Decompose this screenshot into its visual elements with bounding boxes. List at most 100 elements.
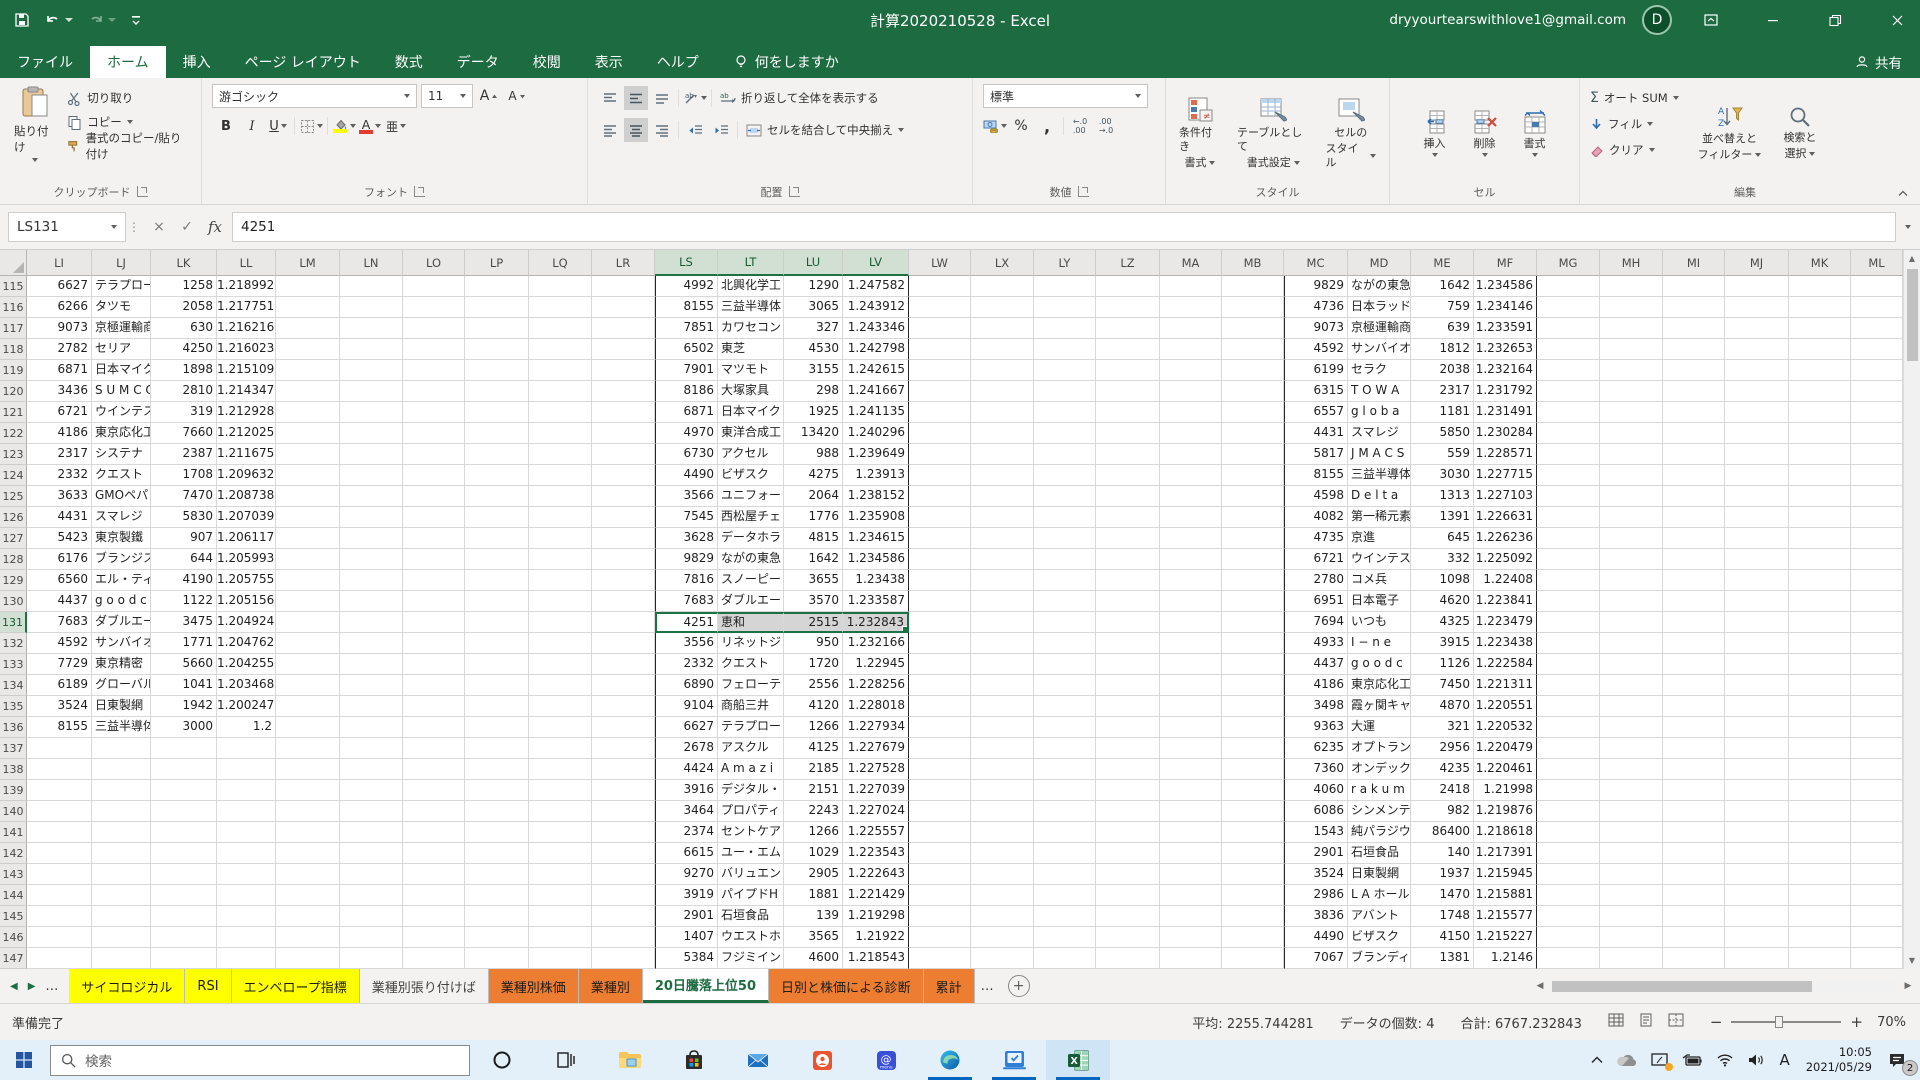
cell-LW147[interactable] [909,948,971,969]
cell-MK116[interactable] [1789,297,1851,318]
cell-LX121[interactable] [971,402,1034,423]
cell-MJ123[interactable] [1725,444,1789,465]
cell-LT146[interactable]: ウエストホ [718,927,784,948]
cell-LV117[interactable]: 1.243346 [843,318,909,339]
cell-LO126[interactable] [403,507,465,528]
cell-LN115[interactable] [340,276,403,297]
cell-LZ121[interactable] [1096,402,1160,423]
borders-button[interactable] [299,114,323,138]
cell-LZ117[interactable] [1096,318,1160,339]
cell-LP145[interactable] [465,906,529,927]
cell-LW118[interactable] [909,339,971,360]
cell-LV120[interactable]: 1.241667 [843,381,909,402]
cell-MG118[interactable] [1537,339,1600,360]
cell-MC142[interactable]: 2901 [1284,843,1348,864]
cell-MK142[interactable] [1789,843,1851,864]
row-header-128[interactable]: 128 [0,549,27,570]
cell-LS129[interactable]: 7816 [655,570,718,591]
cell-MD135[interactable]: 霞ヶ関キャ [1348,696,1411,717]
cell-LX127[interactable] [971,528,1034,549]
cell-MA136[interactable] [1160,717,1222,738]
cell-LO124[interactable] [403,465,465,486]
cell-LP134[interactable] [465,675,529,696]
cell-LS147[interactable]: 5384 [655,948,718,969]
cell-LJ131[interactable]: ダブルエー [92,612,151,633]
cell-LN146[interactable] [340,927,403,948]
cell-LM122[interactable] [276,423,340,444]
cell-MI127[interactable] [1663,528,1725,549]
cell-LY134[interactable] [1034,675,1096,696]
cell-MF142[interactable]: 1.217391 [1474,843,1537,864]
horizontal-scrollbar[interactable]: ◀ ▶ [1532,969,1920,1003]
cell-MH146[interactable] [1600,927,1663,948]
cell-LQ130[interactable] [529,591,592,612]
cell-LV116[interactable]: 1.243912 [843,297,909,318]
cell-ME139[interactable]: 2418 [1411,780,1474,801]
cell-MF136[interactable]: 1.220532 [1474,717,1537,738]
cell-LI115[interactable]: 6627 [27,276,92,297]
sheet-tabs-overflow[interactable]: … [975,969,1000,1003]
cell-MJ142[interactable] [1725,843,1789,864]
row-header-132[interactable]: 132 [0,633,27,654]
cell-MJ125[interactable] [1725,486,1789,507]
cell-LO144[interactable] [403,885,465,906]
row-header-122[interactable]: 122 [0,423,27,444]
horizontal-scroll-thumb[interactable] [1552,981,1812,992]
cell-MC134[interactable]: 4186 [1284,675,1348,696]
start-button[interactable] [0,1040,48,1080]
cell-LZ116[interactable] [1096,297,1160,318]
cell-LJ130[interactable]: g o o d c [92,591,151,612]
cell-LJ127[interactable]: 東京製鐵 [92,528,151,549]
cell-LU126[interactable]: 1776 [784,507,843,528]
save-button[interactable] [14,12,30,28]
cell-LS128[interactable]: 9829 [655,549,718,570]
cell-MB129[interactable] [1222,570,1284,591]
cell-LR135[interactable] [592,696,655,717]
cell-LW127[interactable] [909,528,971,549]
cell-MF138[interactable]: 1.220461 [1474,759,1537,780]
conditional-formatting-button[interactable]: ≠ 条件付き 書式 [1172,84,1228,182]
cell-LI129[interactable]: 6560 [27,570,92,591]
column-header-LN[interactable]: LN [340,250,403,276]
cell-LS141[interactable]: 2374 [655,822,718,843]
cell-LW125[interactable] [909,486,971,507]
cell-ML134[interactable] [1851,675,1903,696]
cell-ML140[interactable] [1851,801,1903,822]
cell-MG121[interactable] [1537,402,1600,423]
cell-ME134[interactable]: 7450 [1411,675,1474,696]
sheet-tab-業種別張り付けば[interactable]: 業種別張り付けば [360,969,489,1003]
cell-LM119[interactable] [276,360,340,381]
cell-LN128[interactable] [340,549,403,570]
cell-MJ140[interactable] [1725,801,1789,822]
cell-MI131[interactable] [1663,612,1725,633]
row-header-133[interactable]: 133 [0,654,27,675]
cell-LQ124[interactable] [529,465,592,486]
cell-MH144[interactable] [1600,885,1663,906]
cell-LY137[interactable] [1034,738,1096,759]
cell-LW116[interactable] [909,297,971,318]
sheet-nav-more[interactable]: … [45,979,59,994]
cell-LI142[interactable] [27,843,92,864]
increase-indent-button[interactable] [709,118,733,142]
cell-LL134[interactable]: 1.203468 [217,675,276,696]
cell-LK132[interactable]: 1771 [151,633,217,654]
cell-LJ136[interactable]: 三益半導体 [92,717,151,738]
cell-LU119[interactable]: 3155 [784,360,843,381]
cell-LT120[interactable]: 大塚家具 [718,381,784,402]
cell-LZ124[interactable] [1096,465,1160,486]
cell-MK147[interactable] [1789,948,1851,969]
cell-LJ129[interactable]: エル・ティ [92,570,151,591]
cell-LS142[interactable]: 6615 [655,843,718,864]
cell-MI142[interactable] [1663,843,1725,864]
cell-LM116[interactable] [276,297,340,318]
cell-LI138[interactable] [27,759,92,780]
clock[interactable]: 10:05 2021/05/29 [1797,1045,1881,1075]
cell-MH125[interactable] [1600,486,1663,507]
cell-LU133[interactable]: 1720 [784,654,843,675]
cell-LR147[interactable] [592,948,655,969]
cell-LX125[interactable] [971,486,1034,507]
cell-MI141[interactable] [1663,822,1725,843]
cell-LX128[interactable] [971,549,1034,570]
cell-MJ139[interactable] [1725,780,1789,801]
cell-LV128[interactable]: 1.234586 [843,549,909,570]
